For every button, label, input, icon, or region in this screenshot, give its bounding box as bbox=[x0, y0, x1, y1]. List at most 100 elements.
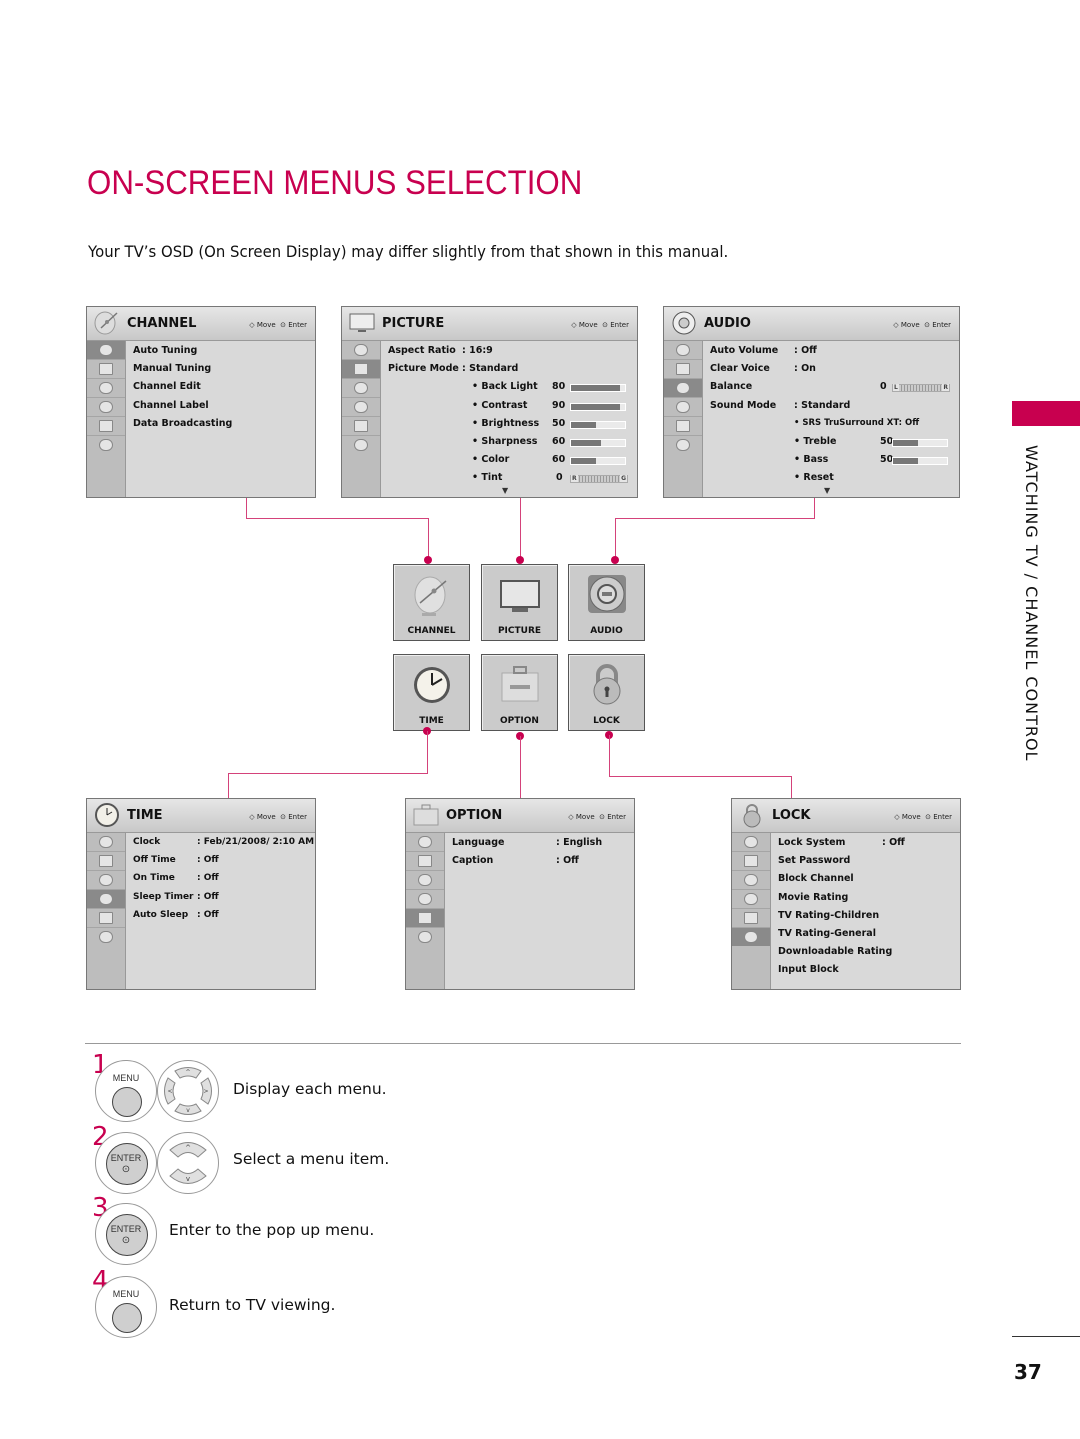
menu-item[interactable]: • Brightness 50 bbox=[388, 418, 631, 436]
sidebar-item-lock[interactable] bbox=[342, 436, 380, 454]
menu-item[interactable]: • Bass 50 bbox=[710, 454, 953, 472]
menu-item[interactable]: • Treble 50 bbox=[710, 436, 953, 454]
sidebar-item-audio[interactable] bbox=[406, 871, 444, 890]
sidebar-item-option[interactable] bbox=[342, 417, 380, 436]
sidebar-item-time[interactable] bbox=[87, 398, 125, 417]
sidebar-item-time[interactable] bbox=[664, 398, 702, 417]
balance-slider[interactable]: LR bbox=[892, 384, 950, 393]
menu-item[interactable]: Input Block bbox=[778, 964, 954, 982]
menu-item[interactable]: Auto Tuning bbox=[133, 345, 309, 363]
sidebar-item-option[interactable] bbox=[664, 417, 702, 436]
enter-button[interactable]: ENTER ⊙ bbox=[95, 1203, 157, 1265]
sidebar-item-channel[interactable] bbox=[87, 341, 125, 360]
tile-time[interactable]: TIME bbox=[393, 654, 470, 731]
menu-item[interactable]: Block Channel bbox=[778, 873, 954, 891]
sidebar-item-time[interactable] bbox=[406, 890, 444, 909]
picture-slider[interactable] bbox=[570, 402, 626, 411]
button-caption: MENU bbox=[112, 1289, 140, 1299]
sidebar-item-option[interactable] bbox=[87, 417, 125, 436]
tile-channel[interactable]: CHANNEL bbox=[393, 564, 470, 641]
sidebar-item-time[interactable] bbox=[342, 398, 380, 417]
sidebar-item-picture[interactable] bbox=[664, 360, 702, 379]
menu-item[interactable]: Lock System: Off bbox=[778, 837, 954, 855]
tile-option[interactable]: OPTION bbox=[481, 654, 558, 731]
menu-item[interactable]: Auto Volume: Off bbox=[710, 345, 953, 363]
sidebar-item-option[interactable] bbox=[406, 909, 444, 928]
menu-item[interactable]: • Reset bbox=[710, 472, 953, 490]
up-down-keys[interactable]: ^ v bbox=[157, 1132, 219, 1194]
speaker-icon bbox=[672, 311, 696, 335]
menu-item[interactable]: Data Broadcasting bbox=[133, 418, 309, 436]
scroll-down-arrow-icon[interactable]: ▼ bbox=[824, 486, 830, 495]
sidebar-item-picture[interactable] bbox=[342, 360, 380, 379]
sidebar-item-picture[interactable] bbox=[87, 360, 125, 379]
sidebar-item-lock[interactable] bbox=[87, 436, 125, 454]
connector-dot bbox=[611, 556, 619, 564]
tile-audio[interactable]: AUDIO bbox=[568, 564, 645, 641]
sidebar-item-time[interactable] bbox=[732, 890, 770, 909]
sidebar-item-option[interactable] bbox=[732, 909, 770, 928]
tile-picture[interactable]: PICTURE bbox=[481, 564, 558, 641]
menu-item[interactable]: Off Time: Off bbox=[133, 855, 309, 873]
treble-slider[interactable] bbox=[892, 438, 948, 447]
menu-item[interactable]: Picture Mode: Standard bbox=[388, 363, 631, 381]
sidebar-item-picture[interactable] bbox=[732, 852, 770, 871]
menu-item[interactable]: Movie Rating bbox=[778, 892, 954, 910]
sidebar-item-picture[interactable] bbox=[406, 852, 444, 871]
sidebar-item-lock[interactable] bbox=[406, 928, 444, 946]
menu-item[interactable]: Downloadable Rating bbox=[778, 946, 954, 964]
menu-item[interactable]: Manual Tuning bbox=[133, 363, 309, 381]
picture-slider[interactable] bbox=[570, 438, 626, 447]
menu-item[interactable]: Set Password bbox=[778, 855, 954, 873]
sidebar-item-audio[interactable] bbox=[87, 379, 125, 398]
menu-item[interactable]: Sleep Timer: Off bbox=[133, 892, 309, 910]
item-value: 80 bbox=[552, 381, 566, 393]
sidebar-item-option[interactable] bbox=[87, 909, 125, 928]
bass-slider[interactable] bbox=[892, 457, 948, 466]
menu-item[interactable]: • Sharpness 60 bbox=[388, 436, 631, 454]
menu-item[interactable]: • Color 60 bbox=[388, 454, 631, 472]
menu-item[interactable]: Balance 0 LR bbox=[710, 381, 953, 399]
tint-slider[interactable]: RG bbox=[570, 475, 628, 484]
menu-button[interactable]: MENU bbox=[95, 1060, 157, 1122]
sidebar-item-lock[interactable] bbox=[664, 436, 702, 454]
menu-item[interactable]: Channel Label bbox=[133, 400, 309, 418]
menu-item[interactable]: Caption: Off bbox=[452, 855, 628, 873]
menu-item[interactable]: Clear Voice: On bbox=[710, 363, 953, 381]
sidebar-item-channel[interactable] bbox=[732, 833, 770, 852]
sidebar-item-time[interactable] bbox=[87, 890, 125, 909]
menu-item[interactable]: • Contrast 90 bbox=[388, 400, 631, 418]
menu-item[interactable]: • Back Light 80 bbox=[388, 381, 631, 399]
picture-slider[interactable] bbox=[570, 384, 626, 393]
sidebar-item-audio[interactable] bbox=[342, 379, 380, 398]
menu-item[interactable]: • SRS TruSurround XT: Off bbox=[710, 418, 953, 436]
sidebar-item-channel[interactable] bbox=[406, 833, 444, 852]
menu-item[interactable]: Clock: Feb/21/2008/ 2:10 AM bbox=[133, 837, 314, 855]
satellite-dish-icon bbox=[94, 311, 118, 335]
scroll-down-arrow-icon[interactable]: ▼ bbox=[502, 486, 508, 495]
menu-item[interactable]: Sound Mode: Standard bbox=[710, 400, 953, 418]
menu-item[interactable]: Aspect Ratio: 16:9 bbox=[388, 345, 631, 363]
sidebar-item-lock[interactable] bbox=[87, 928, 125, 946]
enter-button[interactable]: ENTER ⊙ bbox=[95, 1132, 157, 1194]
menu-item[interactable]: On Time: Off bbox=[133, 873, 309, 891]
navigation-pad[interactable]: ^ v < > bbox=[157, 1060, 219, 1122]
sidebar-item-audio[interactable] bbox=[664, 379, 702, 398]
sidebar-item-channel[interactable] bbox=[87, 833, 125, 852]
menu-item[interactable]: Language: English bbox=[452, 837, 628, 855]
menu-item[interactable]: TV Rating-General bbox=[778, 928, 954, 946]
picture-slider[interactable] bbox=[570, 420, 626, 429]
menu-item[interactable]: • Tint 0 RG bbox=[388, 472, 631, 490]
menu-item[interactable]: Channel Edit bbox=[133, 381, 309, 399]
menu-item[interactable]: TV Rating-Children bbox=[778, 910, 954, 928]
menu-button[interactable]: MENU bbox=[95, 1276, 157, 1338]
menu-item[interactable]: Auto Sleep: Off bbox=[133, 910, 309, 928]
sidebar-item-audio[interactable] bbox=[87, 871, 125, 890]
sidebar-item-channel[interactable] bbox=[342, 341, 380, 360]
sidebar-item-lock[interactable] bbox=[732, 928, 770, 946]
sidebar-item-channel[interactable] bbox=[664, 341, 702, 360]
picture-slider[interactable] bbox=[570, 457, 626, 466]
tile-lock[interactable]: LOCK bbox=[568, 654, 645, 731]
sidebar-item-picture[interactable] bbox=[87, 852, 125, 871]
sidebar-item-audio[interactable] bbox=[732, 871, 770, 890]
